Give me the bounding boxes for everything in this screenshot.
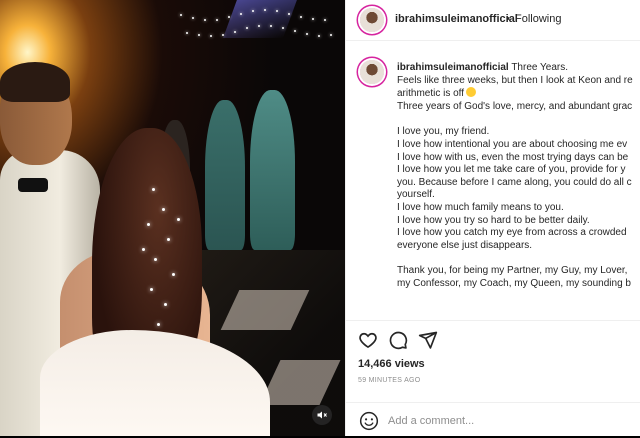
light-bulb [216,18,218,21]
light-bulb [234,30,236,33]
hair-sparkle [150,288,153,291]
header-username[interactable]: ibrahimsuleimanofficial [395,13,518,25]
caption-avatar[interactable] [360,60,384,84]
light-bulb [198,34,200,37]
separator-dot: • [506,13,510,25]
light-bulb [222,33,224,36]
following-button[interactable]: Following [515,13,561,25]
light-bulb [330,34,332,37]
avatar[interactable] [360,8,384,32]
light-bulb [282,27,284,30]
like-button[interactable] [357,329,379,351]
caption-line: my Confessor, my Coach, my Queen, my sou… [397,277,631,289]
light-bulb [204,18,206,21]
comment-button[interactable] [387,329,409,351]
light-bulb [252,10,254,13]
caption-line: I love how with us, even the most trying… [397,151,629,163]
light-bulb [288,12,290,15]
heart-icon [359,332,377,349]
share-icon [418,331,438,349]
post-details-panel: ibrahimsuleimanofficial • Following ibra… [345,0,640,436]
share-button[interactable] [417,329,439,351]
hair-sparkle [177,218,180,221]
light-bulb [186,31,188,34]
hair-sparkle [164,303,167,306]
hair-sparkle [172,273,175,276]
comment-input[interactable] [388,412,628,430]
light-bulb [192,17,194,20]
guest-figure [250,90,295,250]
post-actions: 14,466 views 59 MINUTES AGO [346,320,640,437]
light-bulb [300,15,302,18]
light-bulb [240,13,242,16]
hair-sparkle [147,223,150,226]
bow-tie [18,178,48,192]
hair-sparkle [142,248,145,251]
light-bulb [270,25,272,28]
groom-hair [0,62,70,102]
light-bulb [324,18,326,21]
light-bulb [258,25,260,28]
caption-line: arithmetic is off [397,87,640,101]
hair-sparkle [152,188,155,191]
string-lights [180,6,340,46]
post-video[interactable] [0,0,345,436]
caption-line: I love how you let me take care of you, … [397,164,626,176]
comment-bar [346,402,640,438]
hair-sparkle [154,258,157,261]
light-bulb [312,18,314,21]
caption-line: Thank you, for being my Partner, my Guy,… [397,265,628,277]
caption-first-line: Three Years. [511,62,569,73]
post-header: ibrahimsuleimanofficial • Following [346,0,640,41]
comment-icon [389,331,408,350]
caption-line: I love how you catch my eye from across … [397,227,627,239]
caption-line: yourself. [397,189,435,201]
caption-line: ibrahimsuleimanofficial Three Years. [397,62,640,75]
hair-sparkle [162,208,165,211]
light-bulb [276,9,278,12]
caption-gap [397,113,640,126]
light-bulb [210,34,212,37]
light-bulb [180,14,182,16]
hair-sparkle [157,323,160,326]
caption-line: I love how you try so hard to be better … [397,214,590,226]
caption-line: Three years of God's love, mercy, and ab… [397,100,633,112]
caption-line: I love how intentional you are about cho… [397,138,628,150]
caption-line: everyone else just disappears. [397,239,533,251]
caption-text: ibrahimsuleimanofficial Three Years. Fee… [397,62,640,291]
caption-section: ibrahimsuleimanofficial Three Years. Fee… [346,48,640,320]
light-bulb [306,33,308,36]
light-bulb [264,9,266,11]
caption-line: I love how much family means to you. [397,201,564,213]
hair-sparkle [167,238,170,241]
caption-line: I love you, my friend. [397,126,490,138]
post-timestamp[interactable]: 59 MINUTES AGO [358,377,421,384]
caption-gap [397,252,640,265]
guest-figure [205,100,245,250]
light-bulb [294,30,296,33]
mute-icon [317,411,327,419]
emoji-icon[interactable] [359,411,379,431]
caption-username[interactable]: ibrahimsuleimanofficial [397,62,509,73]
light-bulb [318,34,320,37]
light-bulb [228,16,230,19]
grinning-emoji-icon [466,87,477,98]
light-bulb [246,27,248,30]
caption-line: Feels like three weeks, but then I look … [397,74,633,86]
mute-button[interactable] [312,405,332,425]
view-count[interactable]: 14,466 views [358,358,425,370]
caption-line: you. Because before I came along, you co… [397,176,632,188]
